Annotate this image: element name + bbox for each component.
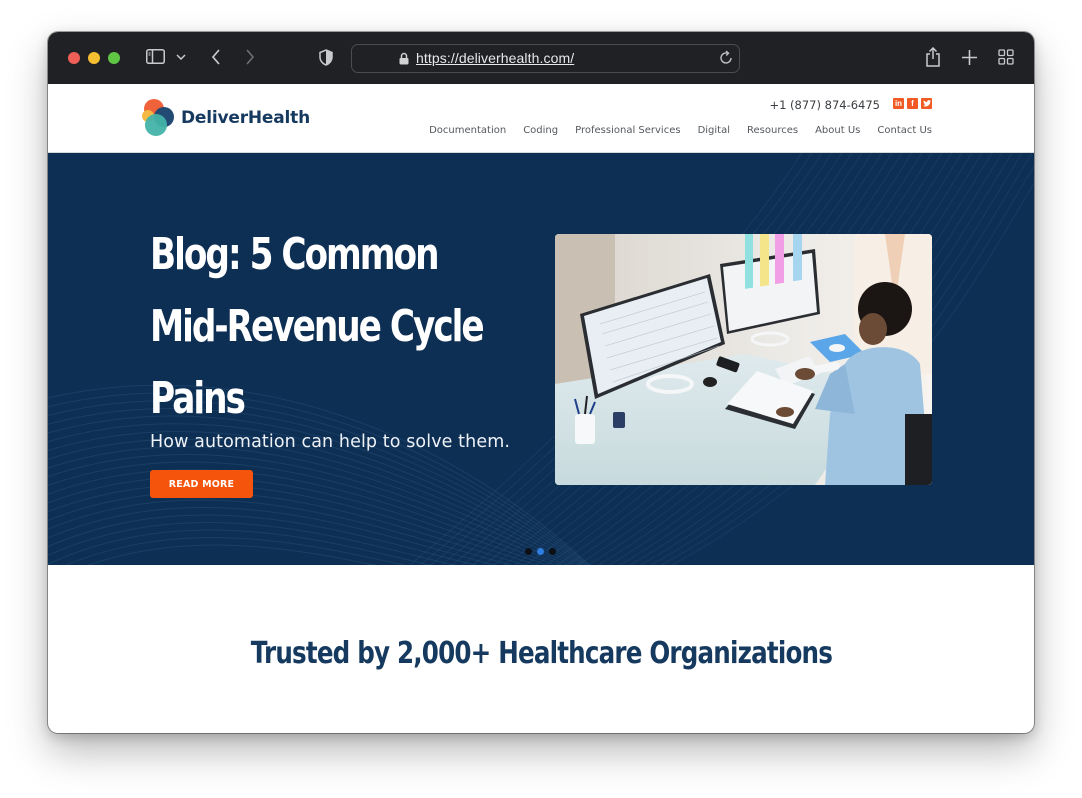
lock-icon [399,52,409,65]
browser-window: https://deliverhealth.com/ DeliverHealth… [48,32,1034,733]
twitter-icon[interactable] [921,98,932,109]
hero-pattern-line [48,453,569,565]
facebook-icon[interactable]: f [907,98,918,109]
hero-pattern-line [48,499,513,565]
site-logo[interactable]: DeliverHealth [142,99,310,137]
nav-about-us[interactable]: About Us [815,125,860,136]
read-more-button[interactable]: READ MORE [150,470,253,498]
hero-carousel: Blog: 5 Common Mid-Revenue Cycle Pains H… [48,153,1034,565]
share-icon[interactable] [924,46,942,68]
back-icon[interactable] [206,46,226,68]
tabs-grid-icon[interactable] [997,48,1015,66]
nav-resources[interactable]: Resources [747,125,798,136]
carousel-dot-1[interactable] [525,548,532,555]
phone-number[interactable]: +1 (877) 874-6475 [769,98,880,112]
nav-documentation[interactable]: Documentation [429,125,506,136]
nav-contact-us[interactable]: Contact Us [877,125,932,136]
trusted-heading-text: Trusted by 2,000+ Healthcare Organizatio… [250,636,832,671]
carousel-dot-2[interactable] [537,548,544,555]
nav-coding[interactable]: Coding [523,125,558,136]
logo-mark-icon [142,99,178,137]
carousel-dot-3[interactable] [549,548,556,555]
hero-pattern-line [87,544,377,565]
shield-icon[interactable] [318,48,334,66]
chevron-down-icon[interactable] [174,50,188,64]
carousel-dots [525,548,556,555]
sidebar-icon[interactable] [146,49,165,64]
hero-image [555,234,932,485]
close-window-button[interactable] [68,52,80,64]
trusted-heading: Trusted by 2,000+ Healthcare Organizatio… [48,636,1034,671]
browser-toolbar: https://deliverhealth.com/ [48,32,1034,84]
url-text[interactable]: https://deliverhealth.com/ [416,50,574,66]
hero-title-line: Blog: 5 Common [150,229,440,280]
hero-subtitle: How automation can help to solve them. [150,432,511,452]
nav-professional-services[interactable]: Professional Services [575,125,680,136]
site-header: DeliverHealth +1 (877) 874-6475 in f Doc… [48,84,1034,153]
linkedin-icon[interactable]: in [893,98,904,109]
minimize-window-button[interactable] [88,52,100,64]
hero-photo-illustration [555,234,932,485]
plus-icon[interactable] [960,47,978,67]
hero-title-line: Mid-Revenue Cycle [150,301,485,352]
forward-icon[interactable] [240,46,260,68]
main-nav: Documentation Coding Professional Servic… [429,125,932,136]
reload-icon[interactable] [718,50,734,66]
logo-text: DeliverHealth [181,108,310,128]
nav-digital[interactable]: Digital [698,125,730,136]
zoom-window-button[interactable] [108,52,120,64]
hero-title: Blog: 5 Common Mid-Revenue Cycle Pains [150,219,485,435]
hero-title-line: Pains [150,373,246,424]
address-bar[interactable]: https://deliverhealth.com/ [351,44,740,73]
social-links: in f [893,98,932,109]
